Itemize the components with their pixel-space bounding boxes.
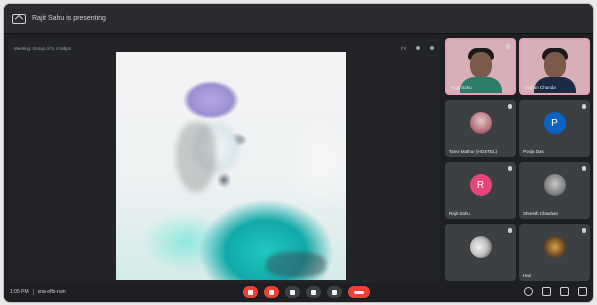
end-call-button[interactable] xyxy=(348,286,370,298)
participant-avatar xyxy=(543,236,566,258)
clock-time: 1:05 PM xyxy=(10,289,29,295)
mic-icon xyxy=(582,166,586,171)
participant-tile[interactable] xyxy=(445,224,516,281)
call-controls xyxy=(243,286,370,298)
meeting-code: sna-ofbi-rum xyxy=(37,289,66,295)
participant-name: Rajit Sahu xyxy=(449,211,470,216)
side-panel-controls xyxy=(524,287,587,296)
captions-button[interactable] xyxy=(285,286,300,298)
participant-avatar xyxy=(469,236,492,258)
chat-icon[interactable] xyxy=(560,287,569,296)
participant-tile[interactable]: Hari xyxy=(519,224,590,281)
more-button[interactable] xyxy=(327,286,342,298)
activities-icon[interactable] xyxy=(578,287,587,296)
mic-toggle-button[interactable] xyxy=(243,286,258,298)
fit-toggle[interactable]: Fit xyxy=(401,46,406,51)
mic-icon xyxy=(582,228,586,233)
mic-icon xyxy=(508,104,512,109)
participant-tile[interactable]: Mohan Chanda xyxy=(519,38,590,95)
participant-face xyxy=(469,52,492,78)
participant-tile[interactable]: Shresth Chauhan xyxy=(519,162,590,219)
info-icon[interactable] xyxy=(524,287,533,296)
present-button[interactable] xyxy=(306,286,321,298)
participant-tile[interactable]: R Rajit Sahu xyxy=(445,162,516,219)
participant-tile[interactable]: Tanvi Mathur (HOSTEL) xyxy=(445,100,516,157)
image-shadow xyxy=(176,122,216,192)
mic-icon xyxy=(506,44,510,49)
participant-face xyxy=(543,52,566,78)
participant-avatar xyxy=(469,112,492,134)
presenting-text: Rajit Sahu is presenting xyxy=(32,15,106,22)
mic-icon xyxy=(508,228,512,233)
participant-name: Pooja Das xyxy=(523,149,544,154)
participant-avatar: R xyxy=(469,174,492,196)
captions-icon xyxy=(290,289,295,295)
participant-name: Rajit Sahu xyxy=(451,85,472,90)
hangup-icon xyxy=(354,290,364,294)
participant-tile[interactable]: Rajit Sahu xyxy=(445,38,516,95)
present-screen-icon xyxy=(12,13,26,24)
divider xyxy=(32,289,34,295)
mic-icon xyxy=(582,104,586,109)
more-icon xyxy=(332,289,337,295)
pin-icon[interactable] xyxy=(416,46,420,50)
image-shadow xyxy=(266,252,326,277)
shared-screen-image xyxy=(116,52,346,280)
participant-name: Mohan Chanda xyxy=(525,85,556,90)
participant-name: Shresth Chauhan xyxy=(523,211,559,216)
meeting-meta: 1:05 PM sna-ofbi-rum xyxy=(10,289,66,295)
more-options-icon[interactable] xyxy=(430,46,434,50)
bottom-toolbar: 1:05 PM sna-ofbi-rum xyxy=(4,282,593,302)
present-icon xyxy=(311,289,316,295)
camera-off-icon xyxy=(269,289,274,295)
mic-off-icon xyxy=(248,289,253,295)
participant-avatar xyxy=(543,174,566,196)
camera-toggle-button[interactable] xyxy=(264,286,279,298)
stage-label: Meeting: Group of 5, 8 Mbps xyxy=(14,45,72,51)
participant-name: Hari xyxy=(523,273,532,278)
participant-tile[interactable]: P Pooja Das xyxy=(519,100,590,157)
participant-grid: Rajit Sahu Mohan Chanda Tanvi Mathur (HO… xyxy=(445,38,590,283)
people-icon[interactable] xyxy=(542,287,551,296)
presentation-stage: Meeting: Group of 5, 8 Mbps Fit xyxy=(8,38,440,283)
mic-icon xyxy=(508,166,512,171)
participant-name: Tanvi Mathur (HOSTEL) xyxy=(449,149,498,154)
presenting-banner: Rajit Sahu is presenting xyxy=(4,4,593,34)
meeting-window: Rajit Sahu is presenting Meeting: Group … xyxy=(4,4,593,302)
participant-avatar: P xyxy=(543,112,566,134)
